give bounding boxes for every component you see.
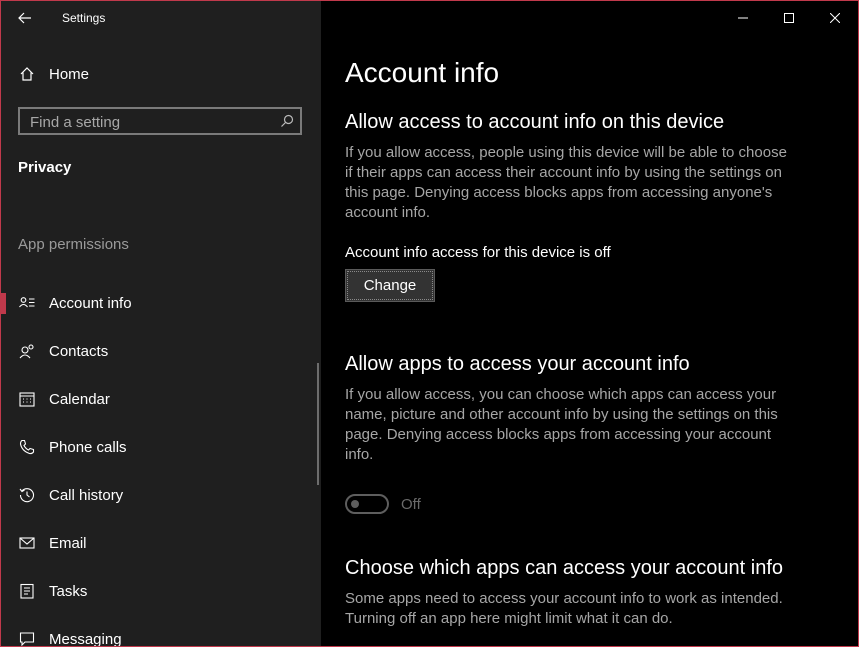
settings-window: Settings Home Privacy App permissions Ac… xyxy=(0,0,859,647)
sidebar-item-label: Calendar xyxy=(49,390,110,408)
title-bar: Settings xyxy=(1,1,321,35)
sidebar-scrollbar[interactable] xyxy=(317,363,319,485)
account-info-icon xyxy=(18,294,36,312)
maximize-button[interactable] xyxy=(766,1,812,35)
device-access-description: If you allow access, people using this d… xyxy=(345,144,787,221)
calendar-icon xyxy=(18,390,36,408)
app-access-description: If you allow access, you can choose whic… xyxy=(345,386,778,463)
sidebar-item-label: Account info xyxy=(49,294,132,312)
sidebar-item-home[interactable]: Home xyxy=(1,54,321,94)
sidebar-item-phone-calls[interactable]: Phone calls xyxy=(1,427,321,467)
sidebar: Settings Home Privacy App permissions Ac… xyxy=(1,1,321,646)
phone-icon xyxy=(18,438,36,456)
choose-apps-heading: Choose which apps can access your accoun… xyxy=(345,557,784,579)
search-icon[interactable] xyxy=(280,114,294,128)
selection-indicator xyxy=(1,293,6,314)
maximize-icon xyxy=(784,13,794,23)
sidebar-item-tasks[interactable]: Tasks xyxy=(1,571,321,611)
section-title-privacy: Privacy xyxy=(18,159,72,176)
search-input[interactable] xyxy=(28,111,272,133)
email-icon xyxy=(18,534,36,552)
change-button[interactable]: Change xyxy=(345,269,435,302)
choose-apps-description: Some apps need to access your account in… xyxy=(345,590,783,627)
messaging-icon xyxy=(18,630,36,646)
sidebar-item-email[interactable]: Email xyxy=(1,523,321,563)
home-label: Home xyxy=(49,65,90,83)
main-content: Account info Allow access to account inf… xyxy=(321,1,858,646)
sidebar-item-contacts[interactable]: Contacts xyxy=(1,331,321,371)
app-access-toggle[interactable] xyxy=(345,494,389,514)
tasks-icon xyxy=(18,582,36,600)
toggle-state-label: Off xyxy=(401,496,421,513)
sidebar-item-label: Tasks xyxy=(49,582,88,600)
close-icon xyxy=(830,13,840,23)
home-icon xyxy=(18,65,36,83)
contacts-icon xyxy=(18,342,36,360)
back-arrow-icon xyxy=(18,12,31,24)
device-access-heading: Allow access to account info on this dev… xyxy=(345,111,725,133)
sidebar-item-label: Contacts xyxy=(49,342,109,360)
page-title: Account info xyxy=(345,57,500,88)
back-button[interactable] xyxy=(13,7,37,29)
sidebar-item-label: Call history xyxy=(49,486,124,504)
minimize-button[interactable] xyxy=(720,1,766,35)
sidebar-item-call-history[interactable]: Call history xyxy=(1,475,321,515)
sidebar-item-label: Messaging xyxy=(49,630,122,647)
toggle-knob xyxy=(351,500,359,508)
sidebar-item-label: Phone calls xyxy=(49,438,127,456)
sidebar-item-account-info[interactable]: Account info xyxy=(1,283,321,323)
app-access-heading: Allow apps to access your account info xyxy=(345,353,690,375)
device-access-status: Account info access for this device is o… xyxy=(345,244,611,261)
search-box[interactable] xyxy=(18,107,302,135)
sidebar-item-messaging[interactable]: Messaging xyxy=(1,619,321,646)
sidebar-item-calendar[interactable]: Calendar xyxy=(1,379,321,419)
close-button[interactable] xyxy=(812,1,858,35)
sidebar-item-label: Email xyxy=(49,534,87,552)
call-history-icon xyxy=(18,486,36,504)
minimize-icon xyxy=(738,17,748,19)
group-title-app-permissions: App permissions xyxy=(18,236,129,253)
app-title: Settings xyxy=(62,11,106,25)
